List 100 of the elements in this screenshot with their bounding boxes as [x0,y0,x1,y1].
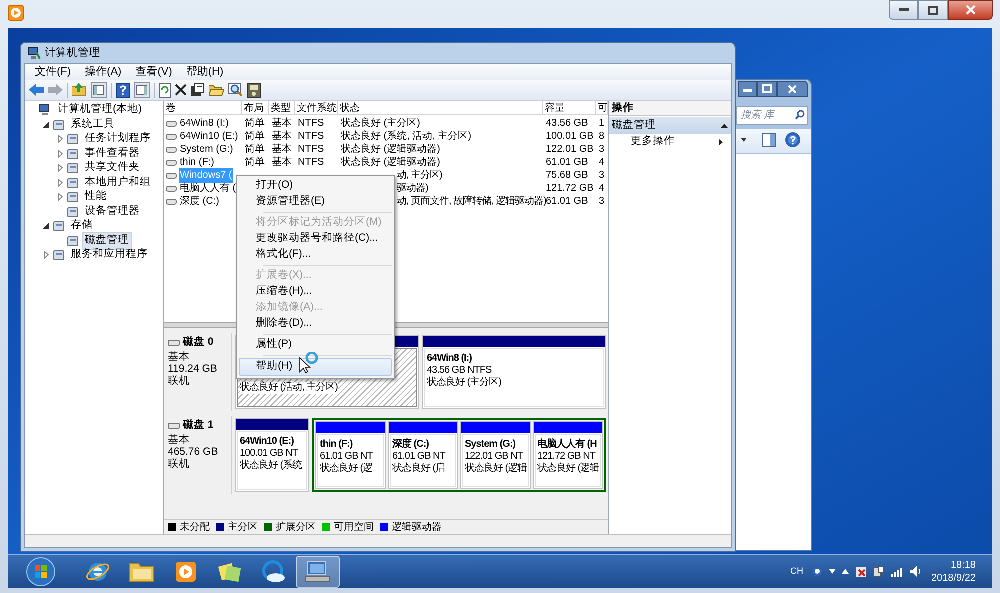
section-header[interactable]: 磁盘管理 [609,117,731,134]
table-cell: NTFS [298,157,324,168]
collapse-arrow-icon[interactable] [721,124,728,128]
column-header[interactable]: 卷 [164,101,242,114]
menu-item[interactable]: 查看(V) [130,64,178,80]
panel-icon[interactable] [762,133,776,147]
partition-panel[interactable]: 64Win8 (I:) 43.56 GB NTFS 状态良好 (主分区) [422,335,606,409]
expanded-arrow-icon[interactable] [43,223,49,230]
partition-panel[interactable]: 电脑人人有 (H 121.72 GB NT 状态良好 (逻辑 [532,421,603,489]
start-button[interactable] [26,556,56,586]
collapsed-arrow-icon[interactable] [58,193,62,202]
clock-date[interactable]: 2018/9/22 [932,572,976,584]
table-cell[interactable]: 64Win10 (E:) [179,129,240,144]
back-icon[interactable] [29,84,44,96]
menu-item[interactable]: 格式化(F)... [239,247,392,263]
disk-info: 基本 [168,350,191,363]
tree-item[interactable]: 任务计划程序 [82,130,154,148]
panel-icon[interactable] [91,82,107,98]
partition-header-bar [461,422,530,433]
menu-item[interactable]: 帮助(H) [180,64,230,80]
menu-item[interactable]: 文件(F) [29,64,78,80]
delete-icon[interactable] [175,84,187,96]
collapsed-arrow-icon[interactable] [58,150,62,158]
collapsed-arrow-icon[interactable] [58,164,62,172]
notes-icon [218,560,242,582]
taskbar-button[interactable] [296,556,340,588]
drive-icon [166,198,177,204]
table-cell: 3 [599,170,605,181]
maximize-icon [762,84,772,93]
signal-icon[interactable] [890,566,904,577]
table-cell[interactable]: 电脑人人有 ( [179,181,238,196]
column-header[interactable]: 类型 [269,101,295,114]
clock-time[interactable]: 18:18 [950,558,976,572]
magnifier-icon[interactable] [228,83,243,97]
collapsed-arrow-icon[interactable] [58,135,62,144]
table-cell[interactable]: System (G:) [179,142,234,157]
partition-panel[interactable]: 64Win10 (E:) 100.01 GB NT 状态良好 (系统 [235,418,309,492]
partition-panel[interactable]: System (G:) 122.01 GB NT 状态良好 (逻辑 [460,421,530,489]
disk-info: 465.76 GB [168,446,220,458]
table-cell: 简单 [245,157,265,168]
maximize-icon [928,6,938,14]
item-icon [53,249,65,262]
partition-size: 100.01 GB NT [240,448,300,460]
refresh-icon[interactable] [159,82,171,98]
language-indicator[interactable]: CH [790,564,804,578]
caret-icon [741,138,747,142]
close-button[interactable] [948,0,993,20]
column-header[interactable]: 文件系统 [295,101,338,114]
show-hidden-icon[interactable] [842,569,848,574]
minimize-button[interactable] [889,0,918,20]
panel-icon[interactable] [134,82,150,98]
folder-up-icon[interactable] [72,83,87,97]
table-cell[interactable]: 深度 (C:) [179,194,220,209]
item-icon [53,118,65,131]
table-cell: 8 [599,131,605,142]
disk-name: 磁盘 1 [183,418,214,433]
caret-icon[interactable] [828,569,836,574]
collapsed-arrow-icon[interactable] [44,251,48,260]
column-header[interactable]: 状态 [338,101,543,114]
table-cell: 75.68 GB [546,170,588,181]
expanded-arrow-icon[interactable] [43,122,49,128]
volume-icon[interactable] [910,566,922,577]
menu-item[interactable]: 属性(P) [239,337,392,353]
item-icon [67,162,79,174]
search-icon[interactable] [795,110,805,120]
table-cell: 3 [599,196,605,207]
menu-item[interactable]: 更改驱动器号和路径(C)... [239,231,392,247]
column-header[interactable]: 容量 [543,101,596,114]
menu-item[interactable]: 帮助(H) [239,358,392,376]
menu-item[interactable]: 打开(O) [239,178,392,194]
properties-icon[interactable] [191,83,205,97]
minimize-button[interactable] [738,81,757,97]
menu-item[interactable]: 操作(A) [79,64,128,80]
submenu-arrow-icon [719,138,723,146]
table-cell[interactable]: 64Win8 (I:) [179,116,230,131]
partition-panel[interactable]: thin (F:) 61.01 GB NT 状态良好 (逻 [315,421,386,489]
open-folder-icon[interactable] [209,84,224,96]
partition-status: 状态良好 (逻辑 [465,463,528,475]
menu-item[interactable]: 删除卷(D)... [239,316,392,332]
table-cell[interactable]: thin (F:) [179,155,216,170]
table-cell: 动, 主分区) [397,170,442,181]
flag-icon[interactable] [854,566,866,578]
action-item[interactable]: 更多操作 [609,134,731,150]
partition-panel[interactable]: 深度 (C:) 61.01 GB NT 状态良好 (启 [388,421,458,489]
menu-item[interactable]: 压缩卷(H)... [239,284,392,300]
menu-item[interactable]: 资源管理器(E) [239,194,392,210]
collapsed-arrow-icon[interactable] [58,178,62,187]
partition-size: 61.01 GB NT [392,451,447,462]
search-field[interactable]: 搜索 库 [736,106,808,125]
tree-item[interactable]: 计算机管理(本地) [55,101,145,120]
close-icon [966,5,976,15]
minimize-icon [898,8,908,12]
close-button[interactable] [777,81,808,97]
partition-size: 43.56 GB NTFS [427,365,493,376]
column-header[interactable]: 布局 [242,101,269,114]
legend-label: 逻辑驱动器 [392,520,442,534]
device-icon[interactable] [872,566,884,578]
table-cell: 状态良好 (逻辑驱动器) [341,157,440,168]
legend-label: 扩展分区 [276,520,316,534]
maximize-button[interactable] [918,0,948,20]
